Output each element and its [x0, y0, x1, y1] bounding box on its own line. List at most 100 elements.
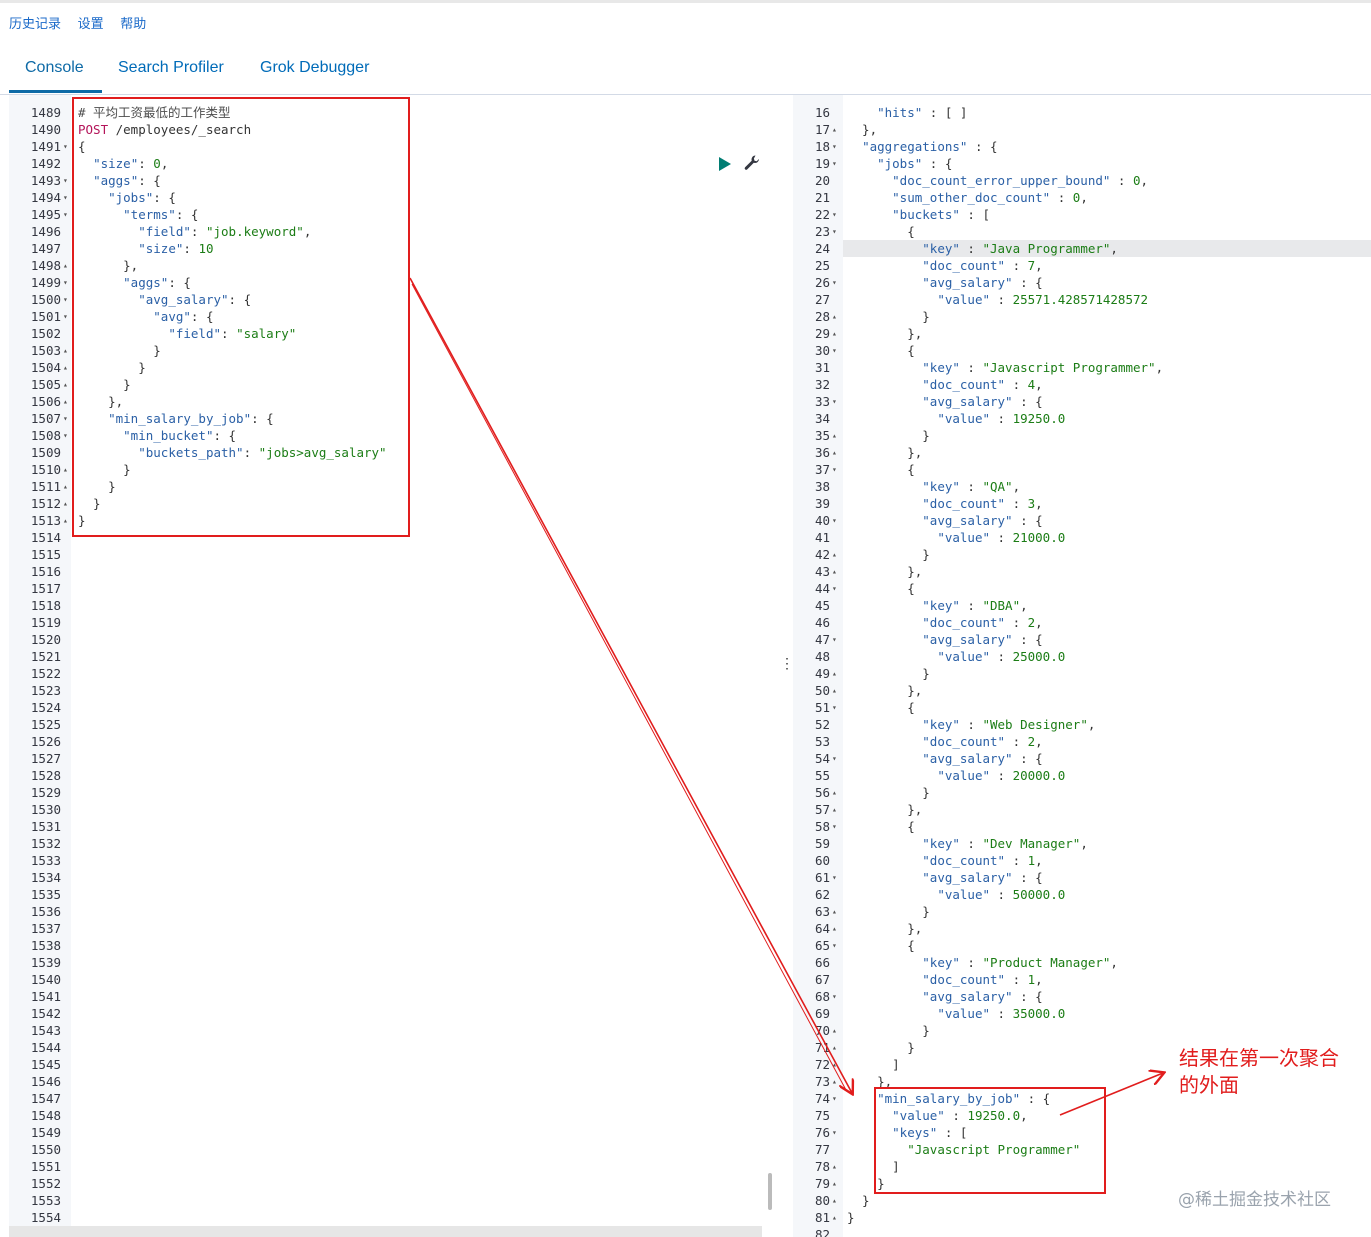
fold-open-icon[interactable]: ▾ [832, 393, 837, 410]
fold-open-icon[interactable]: ▾ [832, 461, 837, 478]
line-number: 1545 [30, 1057, 61, 1072]
top-menu: 历史记录 设置 帮助 [9, 13, 159, 32]
fold-open-icon[interactable]: ▾ [832, 223, 837, 240]
request-scrollbar[interactable] [768, 1173, 772, 1210]
menu-history[interactable]: 历史记录 [9, 16, 61, 31]
fold-open-icon[interactable]: ▾ [832, 580, 837, 597]
fold-close-icon[interactable]: ▴ [832, 121, 837, 138]
menu-help[interactable]: 帮助 [120, 16, 146, 31]
fold-close-icon[interactable]: ▴ [832, 444, 837, 461]
fold-open-icon[interactable]: ▾ [63, 410, 68, 427]
fold-open-icon[interactable]: ▾ [63, 206, 68, 223]
fold-close-icon[interactable]: ▴ [832, 903, 837, 920]
fold-close-icon[interactable]: ▴ [832, 546, 837, 563]
request-highlight-box [72, 97, 410, 537]
fold-open-icon[interactable]: ▾ [832, 631, 837, 648]
fold-open-icon[interactable]: ▾ [63, 138, 68, 155]
line-number: 47 [814, 632, 830, 647]
line-number: 1547 [30, 1091, 61, 1106]
fold-open-icon[interactable]: ▾ [832, 818, 837, 835]
fold-open-icon[interactable]: ▾ [63, 291, 68, 308]
fold-close-icon[interactable]: ▴ [832, 1056, 837, 1073]
fold-close-icon[interactable]: ▴ [63, 393, 68, 410]
code-line: "key" : "Dev Manager", [922, 836, 1088, 851]
tab-search-profiler[interactable]: Search Profiler [118, 59, 224, 77]
line-number: 1496 [30, 224, 61, 239]
fold-close-icon[interactable]: ▴ [832, 1192, 837, 1209]
fold-close-icon[interactable]: ▴ [832, 665, 837, 682]
fold-open-icon[interactable]: ▾ [832, 1090, 837, 1107]
code-line: "doc_count" : 2, [922, 734, 1043, 749]
line-number: 17 [814, 122, 830, 137]
line-number: 59 [814, 836, 830, 851]
code-line: "value" : 50000.0 [937, 887, 1066, 902]
line-number: 74 [814, 1091, 830, 1106]
fold-open-icon[interactable]: ▾ [832, 869, 837, 886]
fold-close-icon[interactable]: ▴ [832, 1022, 837, 1039]
fold-open-icon[interactable]: ▾ [63, 308, 68, 325]
fold-close-icon[interactable]: ▴ [63, 495, 68, 512]
fold-close-icon[interactable]: ▴ [832, 1073, 837, 1090]
fold-open-icon[interactable]: ▾ [832, 138, 837, 155]
fold-open-icon[interactable]: ▾ [832, 342, 837, 359]
fold-open-icon[interactable]: ▾ [63, 189, 68, 206]
line-number: 1538 [30, 938, 61, 953]
fold-close-icon[interactable]: ▴ [63, 376, 68, 393]
run-request-button[interactable] [718, 156, 732, 177]
request-horizontal-scrollbar[interactable] [9, 1226, 762, 1237]
line-number: 1523 [30, 683, 61, 698]
pane-resize-handle[interactable]: ⋮ [780, 655, 794, 672]
fold-close-icon[interactable]: ▴ [63, 478, 68, 495]
line-number: 18 [814, 139, 830, 154]
fold-close-icon[interactable]: ▴ [63, 342, 68, 359]
fold-close-icon[interactable]: ▴ [832, 682, 837, 699]
fold-open-icon[interactable]: ▾ [832, 512, 837, 529]
fold-close-icon[interactable]: ▴ [63, 359, 68, 376]
fold-open-icon[interactable]: ▾ [832, 155, 837, 172]
fold-close-icon[interactable]: ▴ [832, 1158, 837, 1175]
line-number: 60 [814, 853, 830, 868]
active-tab-indicator [9, 90, 102, 93]
line-number: 1543 [30, 1023, 61, 1038]
line-number: 52 [814, 717, 830, 732]
fold-close-icon[interactable]: ▴ [832, 1039, 837, 1056]
menu-settings[interactable]: 设置 [78, 16, 104, 31]
fold-open-icon[interactable]: ▾ [832, 206, 837, 223]
line-number: 61 [814, 870, 830, 885]
code-line: "key" : "QA", [922, 479, 1021, 494]
fold-open-icon[interactable]: ▾ [63, 274, 68, 291]
fold-open-icon[interactable]: ▾ [63, 427, 68, 444]
line-number: 1492 [30, 156, 61, 171]
fold-close-icon[interactable]: ▴ [832, 427, 837, 444]
fold-close-icon[interactable]: ▴ [63, 461, 68, 478]
fold-open-icon[interactable]: ▾ [832, 274, 837, 291]
fold-close-icon[interactable]: ▴ [832, 920, 837, 937]
line-number: 53 [814, 734, 830, 749]
code-line: "doc_count_error_upper_bound" : 0, [892, 173, 1149, 188]
fold-open-icon[interactable]: ▾ [832, 937, 837, 954]
code-line: }, [847, 921, 923, 936]
fold-open-icon[interactable]: ▾ [832, 699, 837, 716]
line-number: 1529 [30, 785, 61, 800]
line-number: 1495 [30, 207, 61, 222]
fold-close-icon[interactable]: ▴ [832, 1175, 837, 1192]
fold-close-icon[interactable]: ▴ [832, 308, 837, 325]
fold-open-icon[interactable]: ▾ [832, 750, 837, 767]
fold-close-icon[interactable]: ▴ [832, 563, 837, 580]
fold-open-icon[interactable]: ▾ [832, 988, 837, 1005]
code-line: } [847, 785, 930, 800]
fold-close-icon[interactable]: ▴ [63, 512, 68, 529]
fold-open-icon[interactable]: ▾ [832, 1124, 837, 1141]
fold-close-icon[interactable]: ▴ [832, 325, 837, 342]
line-number: 1534 [30, 870, 61, 885]
fold-close-icon[interactable]: ▴ [832, 1209, 837, 1226]
tab-console[interactable]: Console [25, 59, 84, 77]
fold-open-icon[interactable]: ▾ [63, 172, 68, 189]
code-line: ] [847, 1057, 900, 1072]
tab-grok-debugger[interactable]: Grok Debugger [260, 59, 369, 77]
fold-close-icon[interactable]: ▴ [832, 801, 837, 818]
fold-close-icon[interactable]: ▴ [63, 257, 68, 274]
line-number: 1518 [30, 598, 61, 613]
wrench-settings-button[interactable] [743, 154, 761, 177]
fold-close-icon[interactable]: ▴ [832, 784, 837, 801]
